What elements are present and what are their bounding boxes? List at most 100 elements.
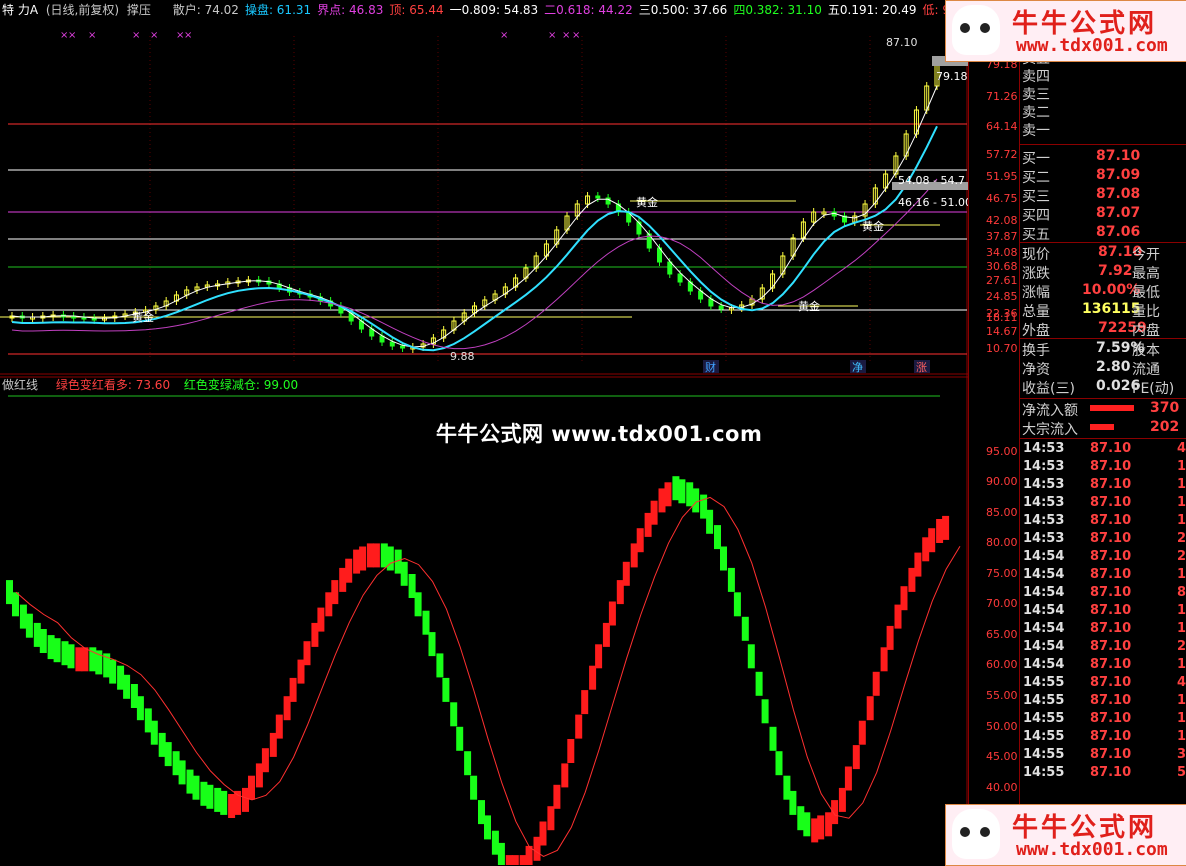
buy-label: 买一: [1022, 151, 1050, 167]
tick-time: 14:54: [1023, 549, 1065, 564]
stat-row[interactable]: 净资 2.80 流通: [1020, 359, 1186, 378]
oscillator-axis-label: 95.00: [986, 444, 1018, 458]
stat-label-2: PE(动): [1132, 381, 1175, 397]
tick-row[interactable]: 14:55 87.10 1: [1020, 693, 1186, 711]
stat-label-2: 今开: [1132, 247, 1160, 263]
price-axis-label: 34.08: [986, 246, 1018, 259]
price-axis: 79.18 71.26 64.14 57.72 51.95 46.75 42.08 37.87…: [968, 16, 1021, 376]
buy-row[interactable]: 买一 87.10: [1020, 148, 1186, 167]
osc-bar-red: [602, 622, 610, 647]
tick-price: 87.10: [1090, 765, 1132, 780]
low-price-label: 9.88: [450, 350, 475, 363]
kline-chart[interactable]: × × × × × × × × × × ×87.1079.1854.08 - 54.746.16 -…: [0, 16, 968, 376]
tick-row[interactable]: 14:55 87.10 1: [1020, 729, 1186, 747]
price-axis-label: 27.61: [986, 274, 1018, 287]
tick-row[interactable]: 14:53 87.10 1: [1020, 495, 1186, 513]
osc-bar-green: [164, 742, 172, 767]
tick-volume: 4: [1177, 675, 1186, 690]
tick-row[interactable]: 14:54 87.10 2: [1020, 549, 1186, 567]
event-tag: 净: [852, 360, 863, 374]
tick-price: 87.10: [1090, 729, 1132, 744]
indicator-value-4: 一0.809: 54.83: [449, 3, 539, 17]
osc-bar-green: [706, 509, 714, 534]
flow-bar: [1090, 405, 1134, 411]
stat-row[interactable]: 收益(三) 0.026 PE(动): [1020, 378, 1186, 397]
stat-label: 净资: [1022, 362, 1050, 378]
tick-volume: 2: [1177, 549, 1186, 564]
buy-row[interactable]: 买五 87.06: [1020, 224, 1186, 243]
buy-label: 买四: [1022, 208, 1050, 224]
sell-row[interactable]: 卖一: [1020, 120, 1186, 139]
legend-red-label: 红色变绿减仓:: [183, 378, 260, 392]
osc-bar-green: [789, 790, 797, 815]
stat-row[interactable]: 现价 87.10 今开: [1020, 244, 1186, 263]
price-axis-label: 42.08: [986, 214, 1018, 227]
tick-row[interactable]: 14:55 87.10 4: [1020, 675, 1186, 693]
osc-bar-red: [553, 784, 561, 809]
osc-bar-green: [442, 677, 450, 702]
buy-row[interactable]: 买二 87.09: [1020, 167, 1186, 186]
indicator-value-5: 二0.618: 44.22: [544, 3, 633, 17]
tick-row[interactable]: 14:53 87.10 1: [1020, 513, 1186, 531]
tick-row[interactable]: 14:53 87.10 1: [1020, 459, 1186, 477]
osc-bar-green: [386, 546, 394, 571]
tick-volume: 8: [1177, 585, 1186, 600]
tick-volume: 2: [1177, 531, 1186, 546]
osc-bar-red: [325, 592, 333, 617]
sell-label: 卖三: [1022, 87, 1050, 103]
osc-bar-green: [761, 699, 769, 724]
tick-price: 87.10: [1090, 549, 1132, 564]
tick-row[interactable]: 14:53 87.10 4: [1020, 441, 1186, 459]
flow-value: 370: [1150, 400, 1180, 416]
tick-row[interactable]: 14:55 87.10 5: [1020, 765, 1186, 783]
tick-row[interactable]: 14:55 87.10 3: [1020, 747, 1186, 765]
osc-bar-green: [192, 775, 200, 800]
buy-row[interactable]: 买四 87.07: [1020, 205, 1186, 224]
osc-bar-red: [844, 766, 852, 791]
sell-row[interactable]: 卖四: [1020, 66, 1186, 85]
fib-range-label-1: 54.08 - 54.7: [898, 174, 965, 187]
tick-row[interactable]: 14:54 87.10 10: [1020, 567, 1186, 585]
flow-value: 202: [1150, 419, 1180, 435]
osc-bar-red: [636, 528, 644, 553]
osc-bar-red: [303, 641, 311, 666]
indicator-value-0: 散户: 74.02: [172, 3, 239, 17]
tick-row[interactable]: 14:54 87.10 8: [1020, 585, 1186, 603]
stat-row[interactable]: 外盘 72259 内盘: [1020, 320, 1186, 339]
price-axis-label: 51.95: [986, 170, 1018, 183]
tick-row[interactable]: 14:54 87.10 1: [1020, 621, 1186, 639]
tick-row[interactable]: 14:55 87.10 1: [1020, 711, 1186, 729]
stat-label-2: 量比: [1132, 304, 1160, 320]
stat-row[interactable]: 涨幅 10.00% 最低: [1020, 282, 1186, 301]
oscillator-chart[interactable]: [0, 376, 968, 865]
sell-row[interactable]: 卖三: [1020, 84, 1186, 103]
osc-bar-green: [464, 751, 472, 776]
osc-bar-green: [491, 830, 499, 855]
indicator-name[interactable]: 撑压: [127, 3, 151, 17]
sell-row[interactable]: 卖二: [1020, 102, 1186, 121]
buy-row[interactable]: 买三 87.08: [1020, 186, 1186, 205]
stock-name[interactable]: 特 力A: [2, 3, 38, 17]
stat-row[interactable]: 总量 136115 量比: [1020, 301, 1186, 320]
buy-price: 87.10: [1096, 148, 1141, 164]
tick-row[interactable]: 14:53 87.10 2: [1020, 531, 1186, 549]
stat-row[interactable]: 涨跌 7.92 最高: [1020, 263, 1186, 282]
tick-time: 14:53: [1023, 513, 1065, 528]
tick-row[interactable]: 14:53 87.10 1: [1020, 477, 1186, 495]
tick-time: 14:53: [1023, 495, 1065, 510]
price-label: 79.18: [936, 70, 968, 83]
tick-time: 14:54: [1023, 585, 1065, 600]
stat-label-2: 最高: [1132, 266, 1160, 282]
tick-row[interactable]: 14:54 87.10 16: [1020, 603, 1186, 621]
tick-row[interactable]: 14:54 87.10 1: [1020, 657, 1186, 675]
stat-label-2: 最低: [1132, 285, 1160, 301]
tick-time: 14:53: [1023, 441, 1065, 456]
osc-bar-red: [317, 607, 325, 632]
signal-marker: ×: [562, 30, 570, 41]
osc-bar-red: [547, 806, 555, 831]
stat-row[interactable]: 换手 7.59% 股本: [1020, 340, 1186, 359]
osc-bar-green: [456, 726, 464, 751]
period-label[interactable]: (日线,前复权): [46, 3, 119, 17]
tick-volume: 1: [1177, 459, 1186, 474]
tick-row[interactable]: 14:54 87.10 2: [1020, 639, 1186, 657]
